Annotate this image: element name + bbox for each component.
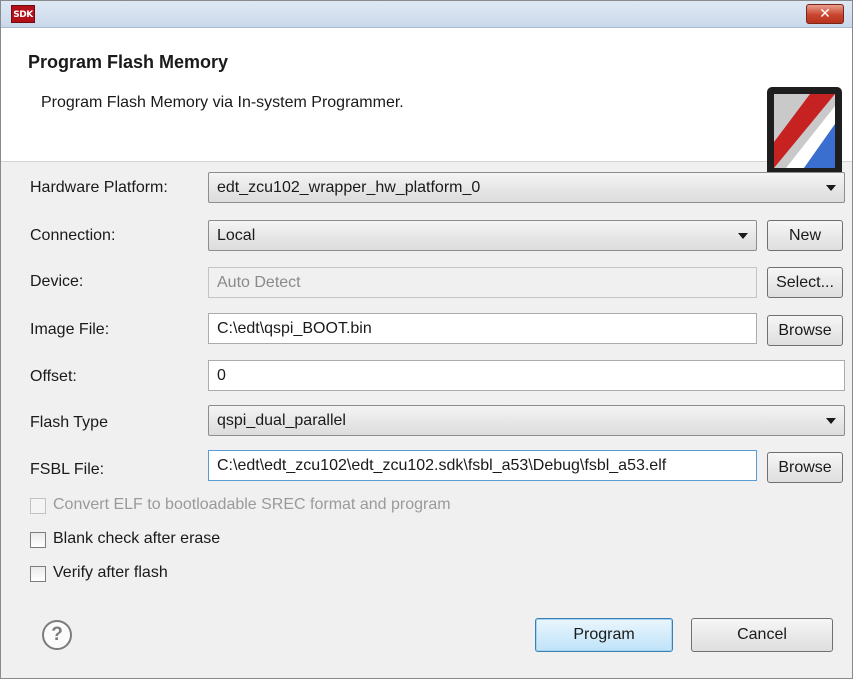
fsbl-file-input[interactable]: C:\edt\edt_zcu102\edt_zcu102.sdk\fsbl_a5… [208, 450, 757, 481]
blank-check-label[interactable]: Blank check after erase [53, 530, 220, 548]
verify-label[interactable]: Verify after flash [53, 564, 168, 582]
new-connection-button[interactable]: New [767, 220, 843, 251]
hardware-platform-combo[interactable]: edt_zcu102_wrapper_hw_platform_0 [208, 172, 845, 203]
device-field: Auto Detect [208, 267, 757, 298]
offset-label: Offset: [30, 368, 77, 385]
browse-fsbl-button[interactable]: Browse [767, 452, 843, 483]
help-question-icon[interactable]: ? [42, 620, 72, 650]
device-label: Device: [30, 273, 84, 290]
hardware-platform-label: Hardware Platform: [30, 179, 168, 196]
convert-elf-checkbox [30, 498, 46, 514]
cancel-button[interactable]: Cancel [691, 618, 833, 652]
convert-elf-label: Convert ELF to bootloadable SREC format … [53, 496, 451, 513]
flash-type-combo[interactable]: qspi_dual_parallel [208, 405, 845, 436]
hardware-platform-value: edt_zcu102_wrapper_hw_platform_0 [217, 179, 481, 196]
program-flash-dialog: SDK ✕ Program Flash Memory Program Flash… [0, 0, 853, 679]
select-device-button[interactable]: Select... [767, 267, 843, 298]
close-x-icon: ✕ [819, 6, 831, 22]
verify-checkbox[interactable] [30, 566, 46, 582]
program-button[interactable]: Program [535, 618, 673, 652]
dialog-description: Program Flash Memory via In-system Progr… [41, 94, 404, 111]
flash-type-label: Flash Type [30, 414, 108, 431]
title-bar: SDK ✕ [1, 1, 852, 28]
connection-label: Connection: [30, 227, 116, 244]
chevron-down-icon [738, 233, 748, 239]
connection-value: Local [217, 227, 256, 244]
fsbl-file-label: FSBL File: [30, 461, 105, 478]
chevron-down-icon [826, 418, 836, 424]
sdk-app-icon: SDK [11, 5, 35, 23]
dialog-title: Program Flash Memory [28, 52, 229, 72]
offset-input[interactable]: 0 [208, 360, 845, 391]
image-file-input[interactable]: C:\edt\qspi_BOOT.bin [208, 313, 757, 344]
flash-type-value: qspi_dual_parallel [217, 412, 346, 429]
connection-combo[interactable]: Local [208, 220, 757, 251]
blank-check-checkbox[interactable] [30, 532, 46, 548]
image-file-label: Image File: [30, 321, 110, 338]
close-button[interactable]: ✕ [806, 4, 844, 24]
browse-image-button[interactable]: Browse [767, 315, 843, 346]
chevron-down-icon [826, 185, 836, 191]
